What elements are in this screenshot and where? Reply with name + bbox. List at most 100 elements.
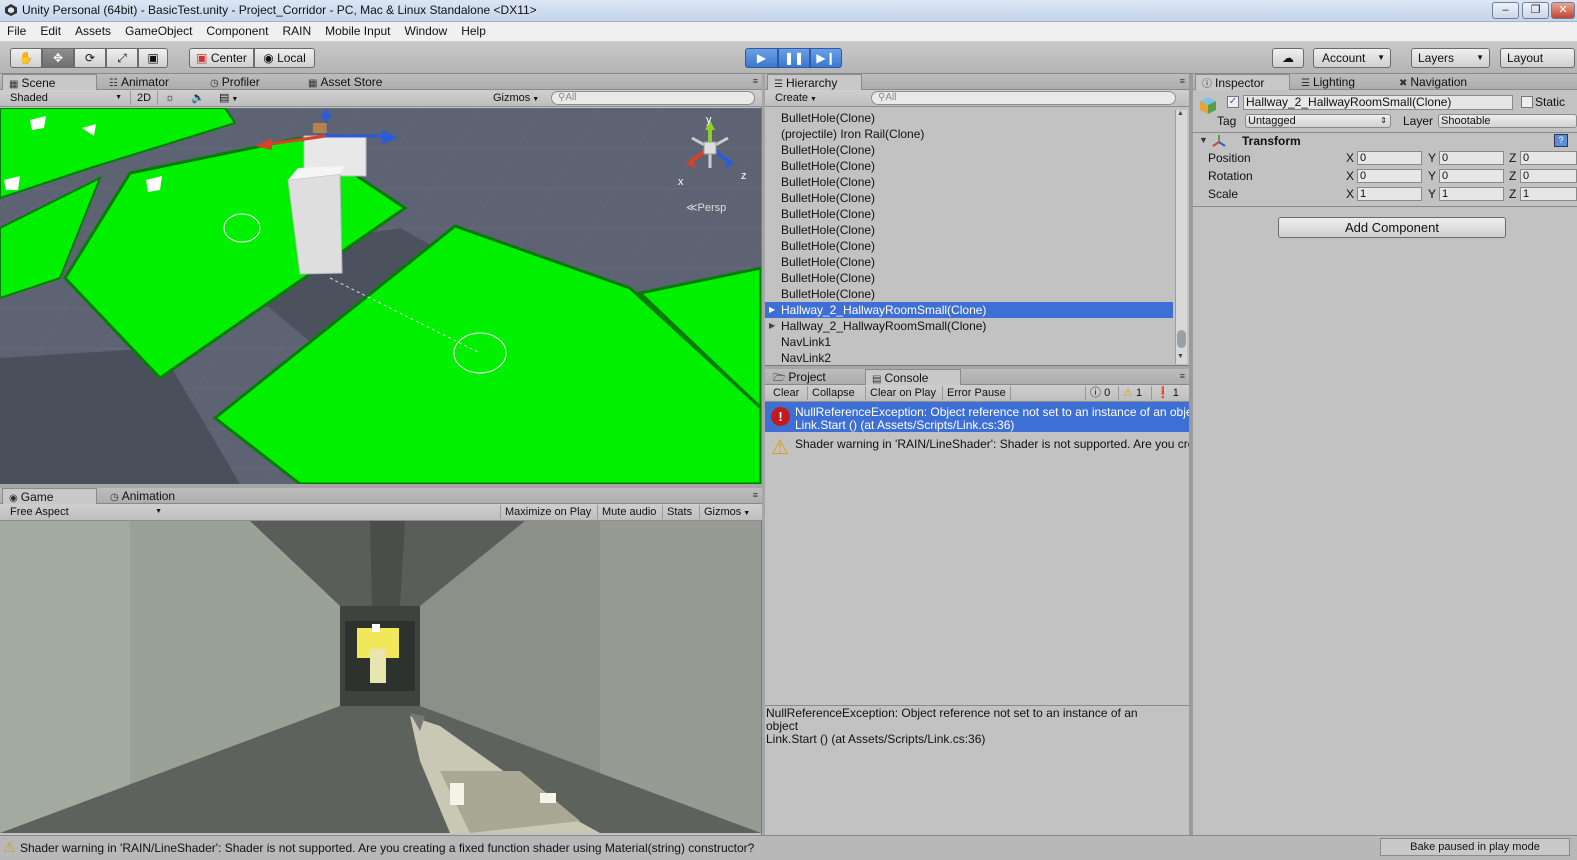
rotation-x-field[interactable]: 0 bbox=[1357, 169, 1422, 183]
error-count-toggle[interactable]: ❗ 1 bbox=[1151, 386, 1183, 400]
scale-y-field[interactable]: 1 bbox=[1439, 187, 1504, 201]
stats-toggle[interactable]: Stats bbox=[662, 505, 696, 519]
warning-count-toggle[interactable]: ⚠ 1 bbox=[1118, 386, 1146, 400]
account-dropdown[interactable]: Account ▼ bbox=[1313, 48, 1391, 68]
play-button[interactable]: ▶ bbox=[745, 48, 778, 68]
console-entry-error[interactable]: ! NullReferenceException: Object referen… bbox=[765, 402, 1189, 432]
audio-toggle[interactable]: 🔈 bbox=[191, 91, 211, 105]
tab-project[interactable]: 🗁 Project bbox=[767, 369, 862, 385]
hierarchy-scrollbar[interactable]: ▲ ▼ bbox=[1175, 110, 1187, 364]
info-count-toggle[interactable]: ⓘ 0 bbox=[1085, 386, 1114, 400]
active-checkbox[interactable]: ✓ bbox=[1227, 96, 1239, 108]
panel-menu-icon[interactable]: ≡ bbox=[1180, 76, 1185, 86]
scale-z-field[interactable]: 1 bbox=[1520, 187, 1577, 201]
effects-dropdown[interactable]: ▤ ▼ bbox=[219, 91, 247, 105]
add-component-button[interactable]: Add Component bbox=[1278, 217, 1506, 238]
object-name-field[interactable]: Hallway_2_HallwayRoomSmall(Clone) bbox=[1243, 95, 1513, 110]
hierarchy-item[interactable]: BulletHole(Clone) bbox=[765, 174, 1173, 190]
hierarchy-item[interactable]: BulletHole(Clone) bbox=[765, 206, 1173, 222]
maximize-on-play-toggle[interactable]: Maximize on Play bbox=[500, 505, 595, 519]
hierarchy-item-selected[interactable]: ▶ Hallway_2_HallwayRoomSmall(Clone) bbox=[765, 302, 1173, 318]
hierarchy-item[interactable]: BulletHole(Clone) bbox=[765, 238, 1173, 254]
rotation-y-field[interactable]: 0 bbox=[1439, 169, 1504, 183]
pivot-local-toggle[interactable]: ◉ Local bbox=[254, 48, 315, 68]
mute-audio-toggle[interactable]: Mute audio bbox=[597, 505, 660, 519]
tab-scene[interactable]: ▦ Scene bbox=[2, 74, 97, 90]
menu-assets[interactable]: Assets bbox=[68, 22, 118, 41]
rotate-tool-button[interactable]: ⟳ bbox=[74, 48, 106, 68]
tab-animator[interactable]: ☷ Animator bbox=[103, 74, 198, 90]
menu-component[interactable]: Component bbox=[199, 22, 275, 41]
rotation-z-field[interactable]: 0 bbox=[1520, 169, 1577, 183]
game-gizmos-dropdown[interactable]: Gizmos ▼ bbox=[699, 505, 754, 519]
hierarchy-item[interactable]: BulletHole(Clone) bbox=[765, 142, 1173, 158]
panel-menu-icon[interactable]: ≡ bbox=[1180, 371, 1185, 381]
menu-rain[interactable]: RAIN bbox=[275, 22, 318, 41]
panel-menu-icon[interactable]: ≡ bbox=[753, 490, 758, 500]
foldout-arrow-icon[interactable]: ▼ bbox=[1199, 135, 1208, 145]
hierarchy-item[interactable]: (projectile) Iron Rail(Clone) bbox=[765, 126, 1173, 142]
static-checkbox[interactable] bbox=[1521, 96, 1533, 108]
shading-mode-dropdown[interactable]: Shaded ▼ bbox=[10, 91, 122, 105]
maximize-button[interactable]: ❐ bbox=[1522, 2, 1549, 19]
menu-file[interactable]: File bbox=[0, 22, 33, 41]
hierarchy-item[interactable]: BulletHole(Clone) bbox=[765, 222, 1173, 238]
tab-lighting[interactable]: ☰ Lighting bbox=[1295, 74, 1390, 90]
error-pause-toggle[interactable]: Error Pause bbox=[942, 386, 1011, 400]
step-button[interactable]: ▶❙ bbox=[810, 48, 842, 68]
tag-dropdown[interactable]: Untagged ⇕ bbox=[1245, 114, 1391, 128]
cloud-button[interactable]: ☁ bbox=[1272, 48, 1304, 68]
help-icon[interactable]: ? bbox=[1554, 134, 1568, 147]
tab-animation[interactable]: ◷ Animation bbox=[104, 488, 204, 504]
rect-tool-button[interactable]: ▣ bbox=[138, 48, 168, 68]
hierarchy-item[interactable]: BulletHole(Clone) bbox=[765, 190, 1173, 206]
position-z-field[interactable]: 0 bbox=[1520, 151, 1577, 165]
menu-mobile-input[interactable]: Mobile Input bbox=[318, 22, 397, 41]
hierarchy-item[interactable]: BulletHole(Clone) bbox=[765, 270, 1173, 286]
layers-dropdown[interactable]: Layers ▼ bbox=[1411, 48, 1490, 68]
pivot-center-toggle[interactable]: ▣ Center bbox=[189, 48, 254, 68]
toggle-2d-button[interactable]: 2D bbox=[130, 91, 158, 105]
close-window-button[interactable]: ✕ bbox=[1551, 2, 1575, 19]
pause-button[interactable]: ❚❚ bbox=[778, 48, 810, 68]
scroll-thumb[interactable] bbox=[1177, 330, 1186, 348]
hierarchy-item[interactable]: BulletHole(Clone) bbox=[765, 286, 1173, 302]
hierarchy-item[interactable]: NavLink1 bbox=[765, 334, 1173, 350]
expand-arrow-icon[interactable]: ▶ bbox=[769, 302, 775, 318]
tab-navigation[interactable]: ✖ Navigation bbox=[1393, 74, 1498, 90]
scene-search-input[interactable]: ⚲All bbox=[551, 91, 755, 105]
menu-window[interactable]: Window bbox=[398, 22, 455, 41]
tab-hierarchy[interactable]: ☰ Hierarchy bbox=[767, 74, 862, 90]
tab-inspector[interactable]: ⓘ Inspector bbox=[1195, 74, 1290, 90]
position-y-field[interactable]: 0 bbox=[1439, 151, 1504, 165]
expand-arrow-icon[interactable]: ▶ bbox=[769, 318, 775, 334]
hierarchy-item[interactable]: BulletHole(Clone) bbox=[765, 110, 1173, 126]
hierarchy-item[interactable]: NavLink2 bbox=[765, 350, 1173, 366]
transform-header[interactable]: Transform bbox=[1242, 134, 1301, 148]
menu-help[interactable]: Help bbox=[454, 22, 493, 41]
console-entry-warning[interactable]: ⚠ Shader warning in 'RAIN/LineShader': S… bbox=[765, 433, 1189, 463]
perspective-toggle[interactable]: ≪Persp bbox=[686, 201, 726, 214]
status-message[interactable]: Shader warning in 'RAIN/LineShader': Sha… bbox=[20, 841, 754, 855]
scene-viewport[interactable]: y x z ≪Persp bbox=[0, 108, 761, 484]
scale-tool-button[interactable]: ⤢ bbox=[106, 48, 138, 68]
console-collapse-toggle[interactable]: Collapse bbox=[807, 386, 859, 400]
scroll-down-icon[interactable]: ▼ bbox=[1177, 353, 1184, 360]
tab-game[interactable]: ◉ Game bbox=[2, 488, 97, 504]
hierarchy-item[interactable]: ▶ Hallway_2_HallwayRoomSmall(Clone) bbox=[765, 318, 1173, 334]
menu-gameobject[interactable]: GameObject bbox=[118, 22, 199, 41]
scroll-up-icon[interactable]: ▲ bbox=[1177, 110, 1184, 117]
panel-menu-icon[interactable]: ≡ bbox=[753, 76, 758, 86]
position-x-field[interactable]: 0 bbox=[1357, 151, 1422, 165]
menu-edit[interactable]: Edit bbox=[33, 22, 68, 41]
create-dropdown[interactable]: Create ▼ bbox=[775, 91, 825, 105]
hierarchy-item[interactable]: BulletHole(Clone) bbox=[765, 158, 1173, 174]
layout-dropdown[interactable]: Layout bbox=[1500, 48, 1575, 68]
hand-tool-button[interactable]: ✋ bbox=[10, 48, 42, 68]
tab-profiler[interactable]: ◷ Profiler bbox=[204, 74, 299, 90]
clear-on-play-toggle[interactable]: Clear on Play bbox=[865, 386, 940, 400]
scene-gizmos-dropdown[interactable]: Gizmos ▼ bbox=[493, 91, 543, 105]
tab-asset-store[interactable]: ▦ Asset Store bbox=[302, 74, 412, 90]
game-viewport[interactable] bbox=[0, 521, 761, 833]
hierarchy-item[interactable]: BulletHole(Clone) bbox=[765, 254, 1173, 270]
